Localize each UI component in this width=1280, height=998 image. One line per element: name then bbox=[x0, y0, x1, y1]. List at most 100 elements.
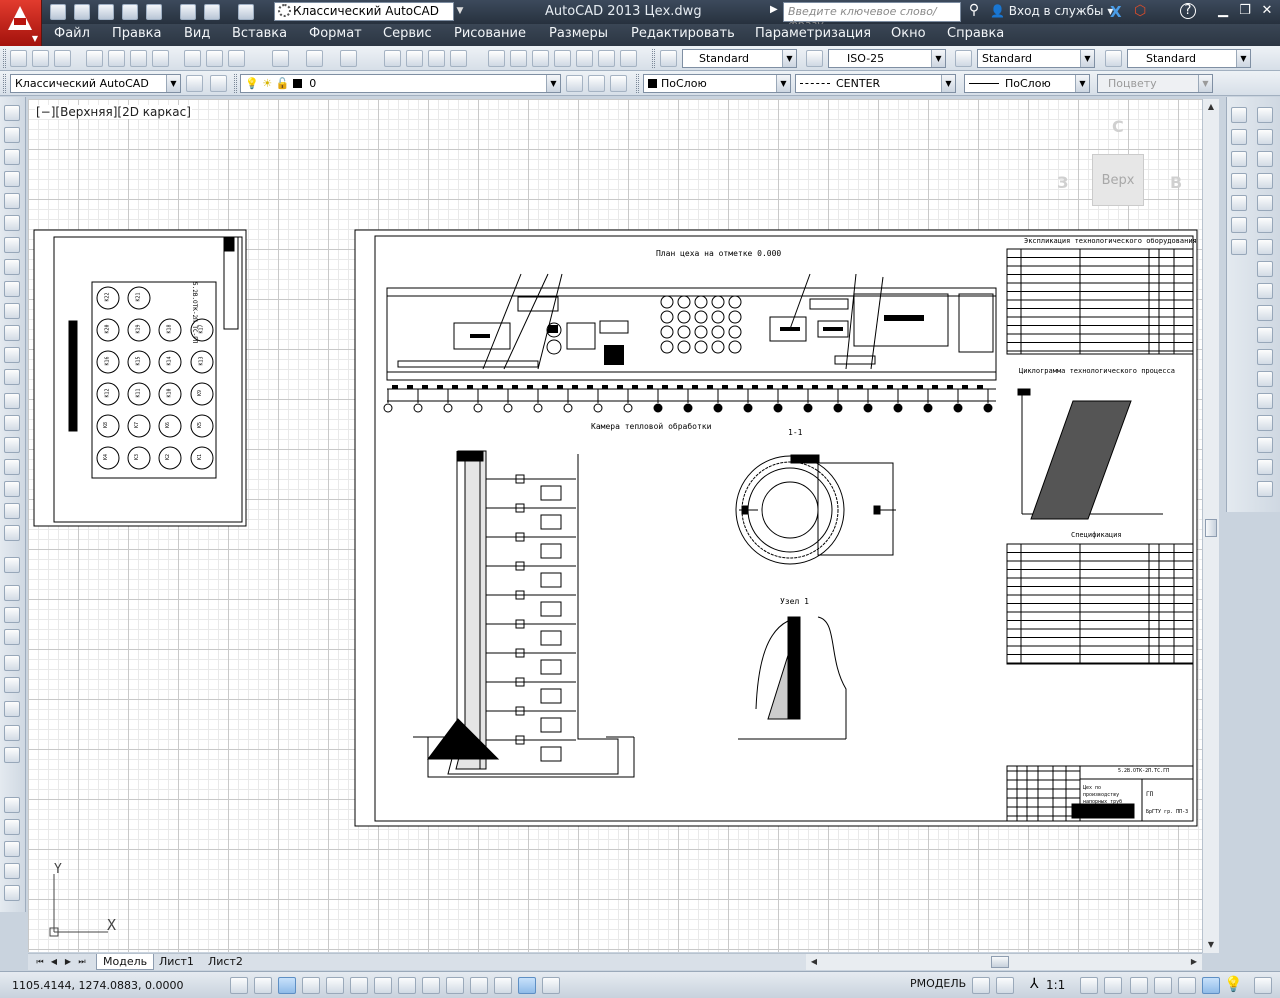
table-icon[interactable] bbox=[4, 481, 20, 497]
dim-ordinate-icon[interactable] bbox=[4, 863, 20, 879]
menu-window[interactable]: Окно bbox=[891, 26, 926, 41]
construction-line-icon[interactable] bbox=[4, 127, 20, 143]
make-block-icon[interactable] bbox=[4, 369, 20, 385]
zoom-realtime-icon[interactable] bbox=[406, 50, 423, 67]
rotate-icon[interactable] bbox=[1257, 239, 1273, 255]
workspace-quick-combo[interactable]: Классический AutoCAD bbox=[274, 2, 454, 21]
network-icon[interactable]: ⬡ bbox=[1134, 3, 1146, 19]
dim-style-icon[interactable] bbox=[806, 50, 823, 67]
stretch-icon[interactable] bbox=[1257, 283, 1273, 299]
dim-arc-icon[interactable] bbox=[4, 841, 20, 857]
quick-access-dropdown-icon[interactable]: ▼ bbox=[454, 2, 466, 21]
measure-icon[interactable] bbox=[4, 629, 20, 645]
scale-icon[interactable] bbox=[1257, 261, 1273, 277]
toolbar-lock-icon[interactable] bbox=[1154, 977, 1172, 994]
circle-icon[interactable] bbox=[4, 237, 20, 253]
ellipse-icon[interactable] bbox=[4, 303, 20, 319]
pan-icon[interactable] bbox=[4, 725, 20, 741]
grid-display-toggle[interactable] bbox=[278, 977, 296, 994]
chamfer-icon[interactable] bbox=[1257, 415, 1273, 431]
arc-icon[interactable] bbox=[4, 215, 20, 231]
scroll-left-icon[interactable]: ◀ bbox=[806, 954, 822, 970]
erase-icon[interactable] bbox=[1257, 107, 1273, 123]
multileader-style-combo[interactable]: Standard ▼ bbox=[1127, 49, 1251, 68]
exchange-icon[interactable]: X bbox=[1110, 3, 1122, 21]
lineweight-combo[interactable]: ПоСлою ▼ bbox=[964, 74, 1090, 93]
model-space-button[interactable]: РМОДЕЛЬ bbox=[910, 977, 966, 990]
dim-aligned-icon[interactable] bbox=[4, 819, 20, 835]
line-icon[interactable] bbox=[4, 105, 20, 121]
toolbar-grip[interactable] bbox=[636, 74, 639, 93]
extend-icon[interactable] bbox=[1257, 327, 1273, 343]
tool-palettes-icon[interactable] bbox=[532, 50, 549, 67]
point-icon[interactable] bbox=[4, 393, 20, 409]
hardware-acceleration-icon[interactable] bbox=[1178, 977, 1196, 994]
annotation-visibility-icon[interactable] bbox=[1080, 977, 1098, 994]
search-input[interactable]: Введите ключевое слово/фразу bbox=[783, 2, 961, 31]
redo-icon[interactable] bbox=[238, 4, 254, 20]
new-icon[interactable] bbox=[10, 50, 27, 67]
menu-dimension[interactable]: Размеры bbox=[549, 26, 608, 41]
edit-polyline-icon[interactable] bbox=[1257, 481, 1273, 497]
match-properties-icon[interactable] bbox=[272, 50, 289, 67]
area-icon[interactable] bbox=[4, 677, 20, 693]
distance-icon[interactable] bbox=[4, 655, 20, 671]
menu-help[interactable]: Справка bbox=[947, 26, 1004, 41]
toolbar-grip[interactable] bbox=[234, 74, 237, 93]
dim-radius-icon[interactable] bbox=[4, 885, 20, 901]
next-tab-icon[interactable]: ▶ bbox=[62, 956, 74, 968]
menu-tools[interactable]: Сервис bbox=[383, 26, 432, 41]
restore-button[interactable]: ❐ bbox=[1234, 2, 1256, 20]
object-snap-tracking-toggle[interactable] bbox=[398, 977, 416, 994]
ellipse-arc-icon[interactable] bbox=[4, 325, 20, 341]
tab-sheet1[interactable]: Лист1 bbox=[153, 954, 200, 970]
properties-icon[interactable] bbox=[4, 557, 20, 573]
zoom-icon[interactable] bbox=[4, 747, 20, 763]
layer-previous-icon[interactable] bbox=[588, 75, 605, 92]
multileader-style-icon[interactable] bbox=[1105, 50, 1122, 67]
layer-b-icon[interactable] bbox=[1231, 129, 1247, 145]
save-as-icon[interactable] bbox=[122, 4, 138, 20]
properties-icon[interactable] bbox=[488, 50, 505, 67]
layer-e-icon[interactable] bbox=[1231, 195, 1247, 211]
allow-ucs-toggle[interactable] bbox=[422, 977, 440, 994]
infer-constraints-toggle[interactable] bbox=[230, 977, 248, 994]
orbit-icon[interactable] bbox=[4, 701, 20, 717]
ortho-mode-toggle[interactable] bbox=[302, 977, 320, 994]
dim-linear-icon[interactable] bbox=[4, 797, 20, 813]
login-button[interactable]: 👤 Вход в службы ▾ bbox=[990, 4, 1113, 18]
toolbar-grip[interactable] bbox=[652, 49, 655, 68]
horizontal-scrollbar[interactable]: ◀ ▶ bbox=[806, 953, 1202, 970]
array-icon[interactable] bbox=[1257, 195, 1273, 211]
search-icon[interactable]: ⚲ bbox=[963, 2, 985, 22]
workspace-switching-icon[interactable] bbox=[1130, 977, 1148, 994]
scroll-right-icon[interactable]: ▶ bbox=[1186, 954, 1202, 970]
help-icon[interactable] bbox=[620, 50, 637, 67]
add-selected-icon[interactable] bbox=[4, 525, 20, 541]
zoom-previous-icon[interactable] bbox=[450, 50, 467, 67]
design-center-icon[interactable] bbox=[510, 50, 527, 67]
redo-icon[interactable] bbox=[340, 50, 357, 67]
quick-view-drawings-icon[interactable] bbox=[996, 977, 1014, 994]
match-props-icon[interactable] bbox=[4, 607, 20, 623]
vertical-scroll-thumb[interactable] bbox=[1205, 519, 1217, 537]
status-bar-menu-icon[interactable]: 💡 bbox=[1224, 975, 1243, 993]
join-icon[interactable] bbox=[1257, 393, 1273, 409]
copy-icon[interactable] bbox=[1257, 129, 1273, 145]
fillet-icon[interactable] bbox=[1257, 437, 1273, 453]
paste-icon[interactable] bbox=[228, 50, 245, 67]
insert-block-icon[interactable] bbox=[4, 347, 20, 363]
undo-icon[interactable] bbox=[204, 4, 220, 20]
tab-sheet2[interactable]: Лист2 bbox=[202, 954, 249, 970]
tab-model[interactable]: Модель bbox=[96, 954, 155, 970]
break-at-point-icon[interactable] bbox=[1257, 349, 1273, 365]
mirror-icon[interactable] bbox=[1257, 151, 1273, 167]
lineweight-toggle[interactable] bbox=[470, 977, 488, 994]
toolbar-grip[interactable] bbox=[3, 49, 6, 68]
menu-draw[interactable]: Рисование bbox=[454, 26, 526, 41]
coordinates-readout[interactable]: 1105.4144, 1274.0883, 0.0000 bbox=[12, 979, 183, 992]
transparency-toggle[interactable] bbox=[494, 977, 512, 994]
menu-edit[interactable]: Правка bbox=[112, 26, 161, 41]
layer-props-icon[interactable] bbox=[4, 585, 20, 601]
minimize-button[interactable]: ▁ bbox=[1212, 2, 1234, 20]
